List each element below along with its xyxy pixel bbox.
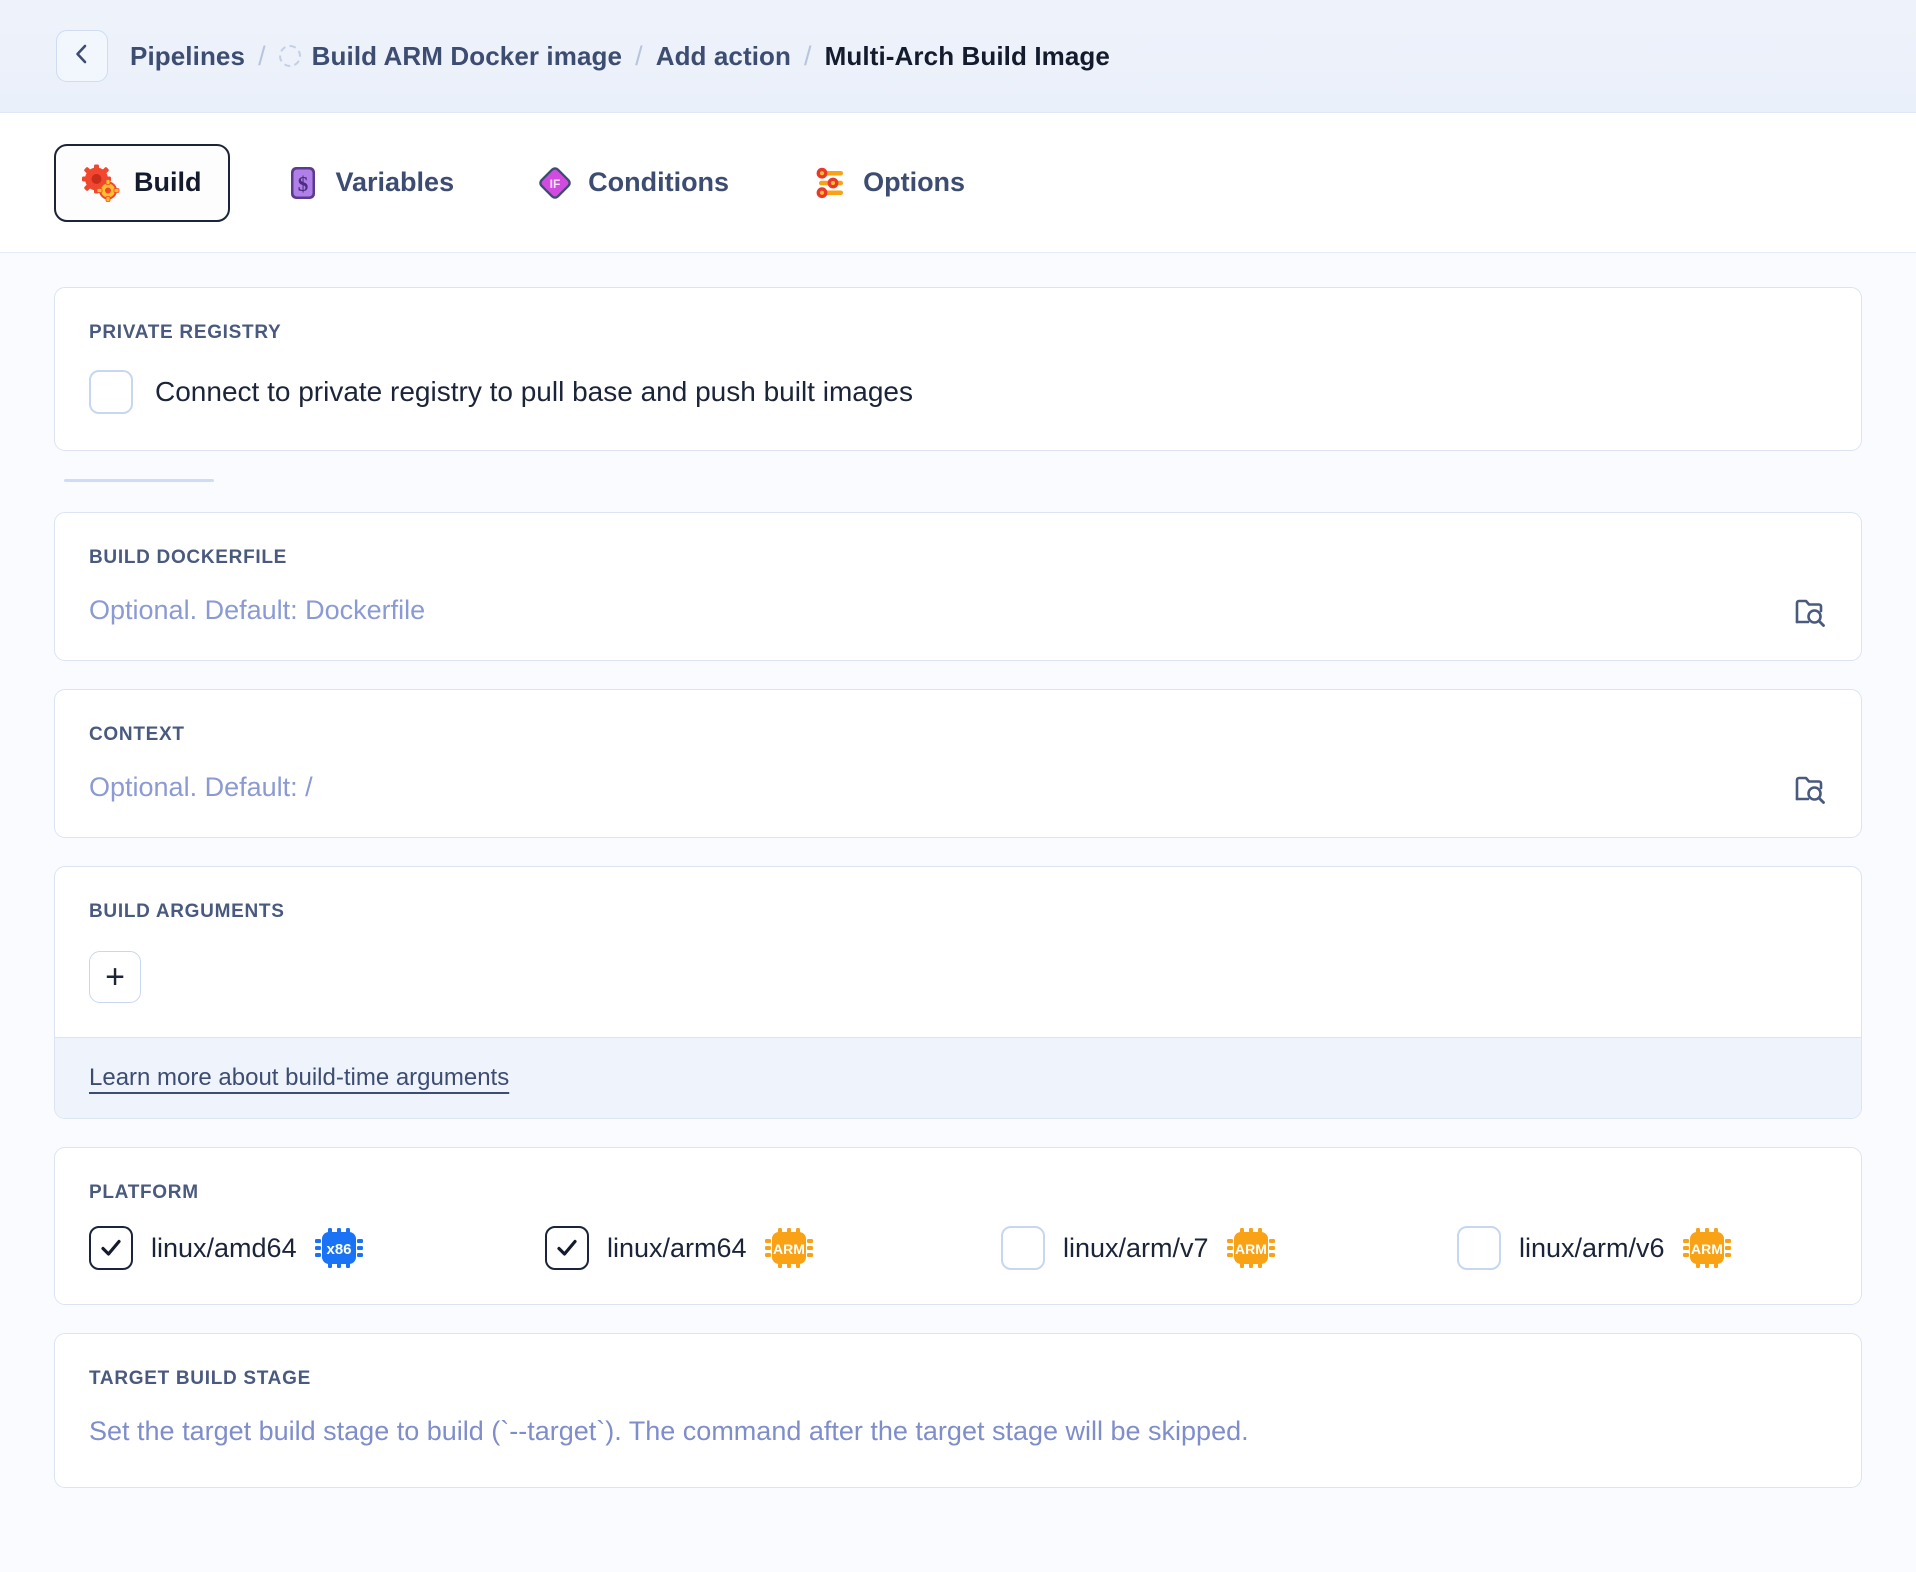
svg-text:ARM: ARM xyxy=(1235,1241,1267,1257)
breadcrumb-item-pipelines[interactable]: Pipelines xyxy=(130,41,245,72)
build-arguments-label: BUILD ARGUMENTS xyxy=(55,867,1861,923)
breadcrumb-item-add-action[interactable]: Add action xyxy=(656,41,791,72)
breadcrumb-bar: Pipelines / Build ARM Docker image / Add… xyxy=(0,0,1916,113)
platform-option-linux-arm-v7[interactable]: linux/arm/v7 xyxy=(1001,1226,1457,1270)
private-registry-checkbox-row[interactable]: Connect to private registry to pull base… xyxy=(55,344,1861,450)
breadcrumb-separator: / xyxy=(804,41,812,72)
context-input[interactable]: Optional. Default: / xyxy=(55,746,1793,837)
svg-text:ARM: ARM xyxy=(773,1241,805,1257)
context-card: CONTEXT Optional. Default: / xyxy=(54,689,1862,838)
build-dockerfile-label: BUILD DOCKERFILE xyxy=(55,513,1861,569)
dollar-icon: $ xyxy=(284,164,322,202)
build-dockerfile-input[interactable]: Optional. Default: Dockerfile xyxy=(55,569,1793,660)
platform-option-linux-arm-v6[interactable]: linux/arm/v6 xyxy=(1457,1226,1913,1270)
tab-variables-label: Variables xyxy=(336,167,455,198)
breadcrumb-item-pipeline-label: Build ARM Docker image xyxy=(312,41,622,72)
private-registry-checkbox[interactable] xyxy=(89,370,133,414)
build-arguments-card: BUILD ARGUMENTS + Learn more about build… xyxy=(54,866,1862,1119)
tab-build[interactable]: Build xyxy=(54,144,230,222)
plus-icon: + xyxy=(105,960,125,994)
private-registry-label: PRIVATE REGISTRY xyxy=(55,288,1861,344)
sliders-icon xyxy=(811,164,849,202)
platform-name-linux-amd64: linux/amd64 xyxy=(151,1233,297,1264)
svg-text:$: $ xyxy=(297,172,308,196)
cpu-chip-x86-badge: x86 xyxy=(315,1228,363,1268)
cpu-chip-arm-badge: ARM xyxy=(1683,1228,1731,1268)
platform-option-linux-amd64[interactable]: linux/amd64 xyxy=(89,1226,545,1270)
tab-bar: Build $ Variables IF Conditions xyxy=(0,113,1916,253)
back-button[interactable] xyxy=(56,30,108,82)
platform-options: linux/amd64 xyxy=(55,1204,1861,1304)
build-dockerfile-card: BUILD DOCKERFILE Optional. Default: Dock… xyxy=(54,512,1862,661)
folder-search-icon[interactable] xyxy=(1793,772,1827,811)
svg-text:IF: IF xyxy=(550,177,561,191)
breadcrumb-item-current: Multi-Arch Build Image xyxy=(825,41,1110,72)
breadcrumb-separator: / xyxy=(258,41,266,72)
breadcrumb-separator: / xyxy=(635,41,643,72)
dashed-circle-icon xyxy=(279,45,301,67)
svg-text:ARM: ARM xyxy=(1691,1241,1723,1257)
tab-conditions[interactable]: IF Conditions xyxy=(508,144,757,222)
if-diamond-icon: IF xyxy=(536,164,574,202)
platform-option-linux-arm64[interactable]: linux/arm64 xyxy=(545,1226,1001,1270)
chevron-left-icon xyxy=(70,42,94,71)
context-label: CONTEXT xyxy=(55,690,1861,746)
learn-more-link[interactable]: Learn more about build-time arguments xyxy=(89,1064,509,1092)
target-build-stage-card: TARGET BUILD STAGE Set the target build … xyxy=(54,1333,1862,1488)
svg-text:x86: x86 xyxy=(326,1241,351,1258)
breadcrumb-item-pipeline[interactable]: Build ARM Docker image xyxy=(279,41,622,72)
section-divider xyxy=(64,479,214,482)
platform-name-linux-arm-v6: linux/arm/v6 xyxy=(1519,1233,1665,1264)
folder-search-icon[interactable] xyxy=(1793,595,1827,634)
build-arguments-help-bar: Learn more about build-time arguments xyxy=(55,1037,1861,1118)
target-build-stage-input[interactable]: Set the target build stage to build (`--… xyxy=(55,1390,1861,1487)
platform-label: PLATFORM xyxy=(55,1148,1861,1204)
gears-icon xyxy=(82,164,120,202)
platform-checkbox-linux-arm-v6[interactable] xyxy=(1457,1226,1501,1270)
platform-name-linux-arm64: linux/arm64 xyxy=(607,1233,747,1264)
tab-options[interactable]: Options xyxy=(783,144,993,222)
cpu-chip-arm-badge: ARM xyxy=(765,1228,813,1268)
platform-checkbox-linux-amd64[interactable] xyxy=(89,1226,133,1270)
platform-card: PLATFORM linux/amd64 xyxy=(54,1147,1862,1305)
tab-options-label: Options xyxy=(863,167,965,198)
private-registry-card: PRIVATE REGISTRY Connect to private regi… xyxy=(54,287,1862,451)
tab-variables[interactable]: $ Variables xyxy=(256,144,483,222)
add-build-argument-button[interactable]: + xyxy=(89,951,141,1003)
tab-conditions-label: Conditions xyxy=(588,167,729,198)
tab-build-label: Build xyxy=(134,167,202,198)
platform-name-linux-arm-v7: linux/arm/v7 xyxy=(1063,1233,1209,1264)
platform-checkbox-linux-arm64[interactable] xyxy=(545,1226,589,1270)
settings-content: PRIVATE REGISTRY Connect to private regi… xyxy=(0,253,1916,1572)
private-registry-checkbox-label: Connect to private registry to pull base… xyxy=(155,376,913,408)
breadcrumb: Pipelines / Build ARM Docker image / Add… xyxy=(130,41,1110,72)
cpu-chip-arm-badge: ARM xyxy=(1227,1228,1275,1268)
platform-checkbox-linux-arm-v7[interactable] xyxy=(1001,1226,1045,1270)
target-build-stage-label: TARGET BUILD STAGE xyxy=(55,1334,1861,1390)
